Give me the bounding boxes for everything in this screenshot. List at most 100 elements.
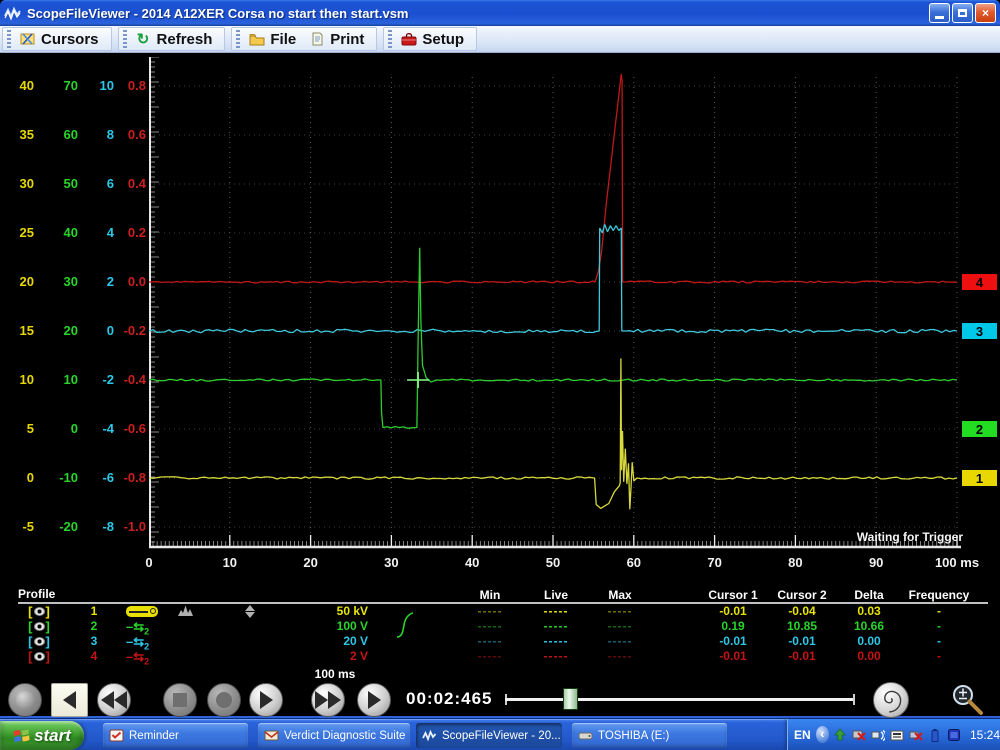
- minimize-button[interactable]: [929, 3, 950, 23]
- restore-icon: [958, 9, 967, 17]
- max-value: -----: [588, 634, 652, 649]
- position-slider[interactable]: [505, 682, 855, 716]
- task-label: Reminder: [129, 730, 179, 742]
- minimize-icon: [935, 16, 944, 19]
- file-button[interactable]: File: [244, 29, 304, 50]
- y-label-ch3: -6: [88, 470, 114, 486]
- spiral-button[interactable]: [873, 682, 909, 718]
- tray-collapse-button[interactable]: ‹: [816, 726, 829, 743]
- range-arrows-icon[interactable]: –⇆2: [126, 649, 170, 670]
- visibility-eye-icon[interactable]: []: [22, 619, 56, 635]
- slider-end-tick: [853, 694, 855, 705]
- stop-button: [163, 683, 197, 717]
- main-toolbar: Cursors ↻ Refresh File Print: [0, 26, 1000, 53]
- y-label-ch3: -8: [88, 519, 114, 535]
- tray-icons: [832, 727, 962, 743]
- y-label-row: 15200-0.2: [0, 323, 150, 339]
- cursors-button[interactable]: Cursors: [15, 29, 107, 50]
- setup-button[interactable]: Setup: [396, 29, 472, 50]
- y-label-row: 4070100.8: [0, 78, 150, 94]
- taskbar-task-1[interactable]: Reminder: [103, 723, 248, 748]
- channel-range[interactable]: 2 V: [300, 649, 368, 664]
- column-header-delta: Delta: [838, 588, 900, 602]
- battery-icon[interactable]: [927, 727, 943, 743]
- start-button[interactable]: start: [0, 721, 84, 750]
- channel-row-3: []3–⇆220 V----------------0.01-0.010.00-: [0, 634, 1000, 649]
- channel-badge-3[interactable]: 3: [961, 322, 998, 340]
- toolbar-group-cursors: Cursors: [2, 27, 112, 51]
- close-button[interactable]: ×: [975, 3, 996, 23]
- channel-badge-4[interactable]: 4: [961, 273, 998, 291]
- removable-hardware-icon[interactable]: [832, 727, 848, 743]
- up-down-icon[interactable]: [242, 604, 258, 619]
- channel-number: 2: [84, 619, 104, 634]
- toolbar-grip[interactable]: [123, 30, 127, 48]
- folder-icon: [248, 32, 265, 47]
- wireless-network-icon[interactable]: [870, 727, 886, 743]
- y-label-ch1: 0: [6, 470, 34, 486]
- snapshot-button: [8, 683, 42, 717]
- refresh-button[interactable]: ↻ Refresh: [131, 29, 221, 50]
- live-value: -----: [524, 634, 588, 649]
- device-disconnected-icon[interactable]: [851, 727, 867, 743]
- channel-badge-1[interactable]: 1: [961, 469, 998, 487]
- play-button[interactable]: [249, 683, 283, 717]
- system-tray: EN ‹ 15:24: [787, 719, 1000, 750]
- restore-button[interactable]: [952, 3, 973, 23]
- y-label-ch1: 20: [6, 274, 34, 290]
- taskbar-task-2[interactable]: Verdict Diagnostic Suite: [258, 723, 410, 748]
- print-label: Print: [330, 31, 364, 48]
- slider-handle[interactable]: [563, 688, 578, 710]
- slider-track[interactable]: [505, 698, 855, 701]
- y-label-ch4: 0.0: [116, 274, 146, 290]
- taskbar-task-4[interactable]: TOSHIBA (E:): [572, 723, 727, 748]
- y-label-row: 203020.0: [0, 274, 150, 290]
- x-tick-label: 10: [205, 555, 255, 571]
- application-icon[interactable]: [946, 727, 962, 743]
- taskbar-task-3[interactable]: ScopeFileViewer - 20...: [416, 723, 562, 748]
- x-tick-label: 20: [286, 555, 336, 571]
- print-button[interactable]: Print: [304, 29, 372, 50]
- toolbar-grip[interactable]: [7, 30, 11, 48]
- max-value: -----: [588, 649, 652, 664]
- y-label-ch1: 30: [6, 176, 34, 192]
- play-reverse-button[interactable]: [51, 683, 88, 717]
- channel-range[interactable]: 100 V: [300, 619, 368, 634]
- y-label-ch3: 10: [88, 78, 114, 94]
- cop-probe-icon[interactable]: [126, 604, 170, 619]
- channel-range[interactable]: 20 V: [300, 634, 368, 649]
- y-label-ch1: 35: [6, 127, 34, 143]
- connection-error-icon[interactable]: [908, 727, 924, 743]
- trigger-status: Waiting for Trigger: [857, 530, 963, 544]
- waveform-plot[interactable]: [149, 57, 962, 552]
- rising-slope-icon: [396, 610, 414, 645]
- visibility-eye-icon[interactable]: []: [22, 649, 56, 665]
- visibility-eye-icon[interactable]: []: [22, 604, 56, 620]
- delta-value: 0.00: [838, 649, 900, 664]
- y-label-ch1: -5: [6, 519, 34, 535]
- channel-number: 4: [84, 649, 104, 664]
- fast-forward-button[interactable]: [311, 683, 345, 717]
- zoom-tool-button[interactable]: [948, 684, 990, 716]
- delta-value: 10.66: [838, 619, 900, 634]
- channel-range[interactable]: 50 kV: [300, 604, 368, 619]
- cursor1-value: -0.01: [700, 634, 766, 649]
- column-header-max: Max: [588, 588, 652, 602]
- fast-rewind-button[interactable]: [97, 683, 131, 717]
- y-label-row: 1010-2-0.4: [0, 372, 150, 388]
- toolbox-icon: [400, 32, 417, 47]
- visibility-eye-icon[interactable]: []: [22, 634, 56, 650]
- max-value: -----: [588, 619, 652, 634]
- toolbar-grip[interactable]: [236, 30, 240, 48]
- frequency-value: -: [906, 619, 972, 634]
- plot-svg[interactable]: [149, 57, 962, 552]
- step-forward-button[interactable]: [357, 683, 391, 717]
- x-tick-label: 80: [770, 555, 820, 571]
- keyboard-layout-icon[interactable]: [889, 727, 905, 743]
- language-indicator[interactable]: EN: [794, 728, 811, 742]
- refresh-icon: ↻: [135, 32, 152, 47]
- cursor2-value: -0.01: [770, 649, 834, 664]
- channel-number: 3: [84, 634, 104, 649]
- toolbar-grip[interactable]: [388, 30, 392, 48]
- channel-badge-2[interactable]: 2: [961, 420, 998, 438]
